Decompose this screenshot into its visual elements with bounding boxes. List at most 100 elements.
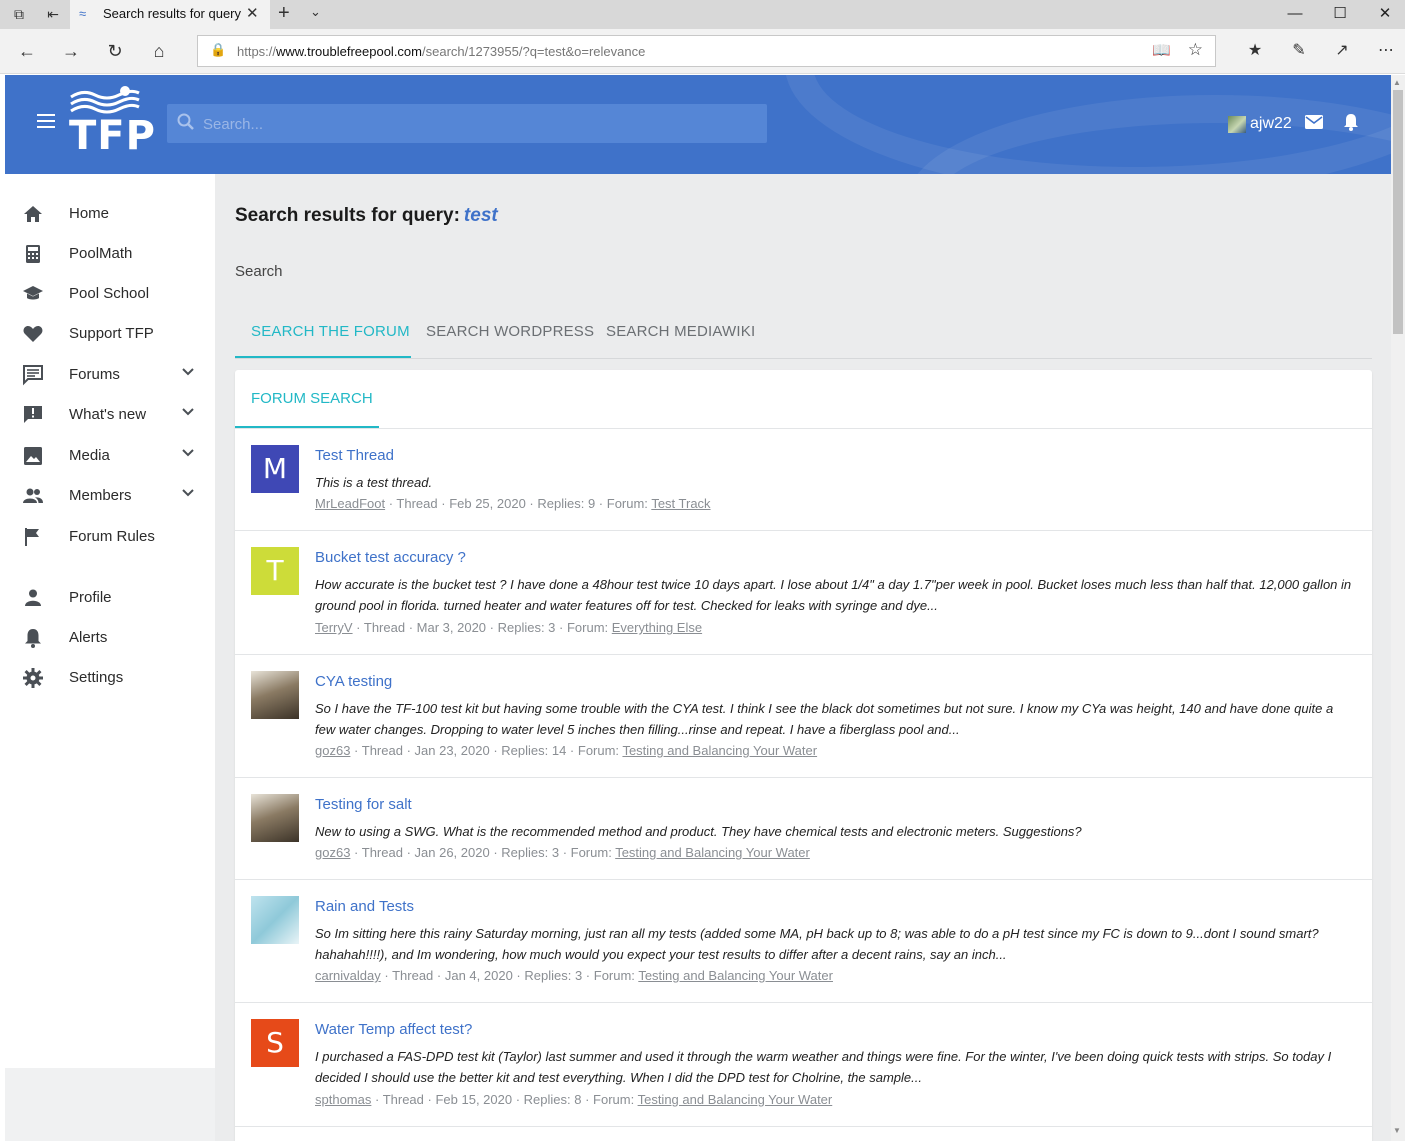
minimize-icon[interactable]: —: [1280, 4, 1310, 24]
gear-icon: [23, 668, 43, 688]
sidebar-item-forums[interactable]: Forums: [5, 359, 215, 391]
sidebar-item-alerts[interactable]: Alerts: [5, 622, 215, 654]
site-search-box[interactable]: [167, 104, 767, 143]
chevron-down-icon[interactable]: ⌄: [310, 4, 321, 20]
active-tab-indicator: [235, 356, 411, 358]
chevron-down-icon[interactable]: [181, 446, 195, 460]
avatar[interactable]: M: [251, 445, 299, 493]
new-tab-icon[interactable]: +: [278, 2, 290, 25]
sidebar-item-profile[interactable]: Profile: [5, 582, 215, 614]
result-title-link[interactable]: Bucket test accuracy ?: [315, 549, 466, 566]
avatar[interactable]: [251, 794, 299, 842]
browser-tab[interactable]: ≈ Search results for query ✕: [70, 0, 270, 29]
result-snippet: This is a test thread.: [315, 475, 433, 490]
home-browser-icon[interactable]: ⌂: [146, 39, 172, 63]
result-title-link[interactable]: Testing for salt: [315, 796, 412, 813]
site-header: TFP ajw22: [5, 75, 1391, 174]
forum-link[interactable]: Testing and Balancing Your Water: [615, 845, 810, 860]
author-link[interactable]: goz63: [315, 845, 350, 860]
forum-link[interactable]: Testing and Balancing Your Water: [622, 743, 817, 758]
chevron-down-icon[interactable]: [181, 405, 195, 419]
result-meta: spthomas · Thread · Feb 15, 2020 · Repli…: [315, 1092, 833, 1107]
sidebar-item-forum-rules[interactable]: Forum Rules: [5, 521, 215, 553]
web-page: TFP ajw22 Home PoolMath: [5, 75, 1391, 1141]
avatar[interactable]: [251, 896, 299, 944]
result-title-link[interactable]: Rain and Tests: [315, 898, 414, 915]
result-item: Testing for salt New to using a SWG. Wha…: [235, 778, 1372, 880]
result-snippet: So I have the TF-100 test kit but having…: [315, 701, 1334, 737]
url-text[interactable]: https://www.troublefreepool.com/search/1…: [237, 44, 645, 59]
result-meta: goz63 · Thread · Jan 26, 2020 · Replies:…: [315, 845, 810, 860]
avatar[interactable]: T: [251, 547, 299, 595]
menu-icon[interactable]: [37, 114, 55, 128]
set-aside-tabs-icon[interactable]: ⇤: [42, 4, 64, 24]
sidebar-item-label: Profile: [69, 589, 112, 606]
graduation-cap-icon: [23, 286, 43, 300]
forum-link[interactable]: Test Track: [651, 496, 710, 511]
chevron-down-icon[interactable]: [181, 486, 195, 500]
result-meta: carnivalday · Thread · Jan 4, 2020 · Rep…: [315, 968, 833, 983]
author-link[interactable]: spthomas: [315, 1092, 371, 1107]
site-search-input[interactable]: [203, 112, 753, 136]
sidebar-item-media[interactable]: Media: [5, 440, 215, 472]
refresh-icon[interactable]: ↻: [102, 39, 128, 63]
forum-link[interactable]: Everything Else: [612, 620, 702, 635]
bell-icon[interactable]: [1343, 113, 1359, 131]
user-avatar[interactable]: [1228, 116, 1246, 133]
flag-icon: [25, 528, 39, 546]
scroll-down-icon[interactable]: ▼: [1393, 1126, 1401, 1135]
tab-search-wordpress[interactable]: SEARCH WORDPRESS: [426, 323, 594, 340]
sidebar-item-poolmath[interactable]: PoolMath: [5, 238, 215, 270]
avatar[interactable]: S: [251, 1019, 299, 1067]
sidebar: Home PoolMath Pool School Support TFP Fo…: [5, 174, 215, 1141]
mail-icon[interactable]: [1305, 115, 1323, 129]
tab-forum-search[interactable]: FORUM SEARCH: [251, 390, 373, 407]
bell-icon: [25, 629, 41, 648]
favorites-icon[interactable]: ★: [1242, 39, 1268, 63]
result-title-link[interactable]: CYA testing: [315, 673, 392, 690]
tab-search-mediawiki[interactable]: SEARCH MEDIAWIKI: [606, 323, 755, 340]
maximize-icon[interactable]: ☐: [1325, 4, 1355, 24]
author-link[interactable]: goz63: [315, 743, 350, 758]
username-link[interactable]: ajw22: [1250, 115, 1292, 133]
breadcrumb: Search: [235, 263, 283, 280]
result-title-link[interactable]: Water Temp affect test?: [315, 1021, 472, 1038]
sidebar-item-settings[interactable]: Settings: [5, 662, 215, 694]
result-item: Rain and Tests So Im sitting here this r…: [235, 880, 1372, 1003]
scroll-up-icon[interactable]: ▲: [1393, 78, 1401, 87]
share-icon[interactable]: ↗: [1329, 39, 1355, 63]
sidebar-item-label: Members: [69, 487, 132, 504]
back-icon[interactable]: ←: [14, 39, 40, 63]
close-tab-icon[interactable]: ✕: [246, 4, 259, 22]
site-logo[interactable]: TFP: [69, 85, 155, 161]
forum-link[interactable]: Testing and Balancing Your Water: [638, 1092, 833, 1107]
sidebar-item-support-tfp[interactable]: Support TFP: [5, 318, 215, 350]
forward-icon[interactable]: →: [58, 39, 84, 63]
favorite-star-icon[interactable]: ☆: [1188, 40, 1203, 60]
sidebar-item-label: PoolMath: [69, 245, 133, 262]
scrollbar-thumb[interactable]: [1393, 90, 1403, 334]
author-link[interactable]: carnivalday: [315, 968, 381, 983]
result-title-link[interactable]: Test Thread: [315, 447, 394, 464]
sidebar-item-whats-new[interactable]: What's new: [5, 399, 215, 431]
pen-icon[interactable]: ✎: [1286, 39, 1312, 63]
author-link[interactable]: TerryV: [315, 620, 353, 635]
url-field[interactable]: 🔒 https://www.troublefreepool.com/search…: [197, 35, 1216, 67]
sidebar-item-members[interactable]: Members: [5, 480, 215, 512]
chevron-down-icon[interactable]: [181, 365, 195, 379]
result-meta: goz63 · Thread · Jan 23, 2020 · Replies:…: [315, 743, 818, 758]
more-icon[interactable]: ⋯: [1373, 39, 1399, 63]
search-icon[interactable]: [177, 113, 195, 131]
sidebar-item-home[interactable]: Home: [5, 198, 215, 230]
active-tab-indicator: [235, 426, 379, 428]
forum-link[interactable]: Testing and Balancing Your Water: [638, 968, 833, 983]
author-link[interactable]: MrLeadFoot: [315, 496, 385, 511]
sidebar-item-label: Settings: [69, 669, 124, 686]
tab-manager-icon[interactable]: ⧉: [8, 4, 30, 24]
lock-icon: 🔒: [210, 42, 227, 57]
tab-search-forum[interactable]: SEARCH THE FORUM: [251, 323, 410, 340]
sidebar-item-pool-school[interactable]: Pool School: [5, 278, 215, 310]
reading-view-icon[interactable]: 📖: [1152, 41, 1171, 59]
close-window-icon[interactable]: ✕: [1370, 4, 1400, 24]
avatar[interactable]: [251, 671, 299, 719]
